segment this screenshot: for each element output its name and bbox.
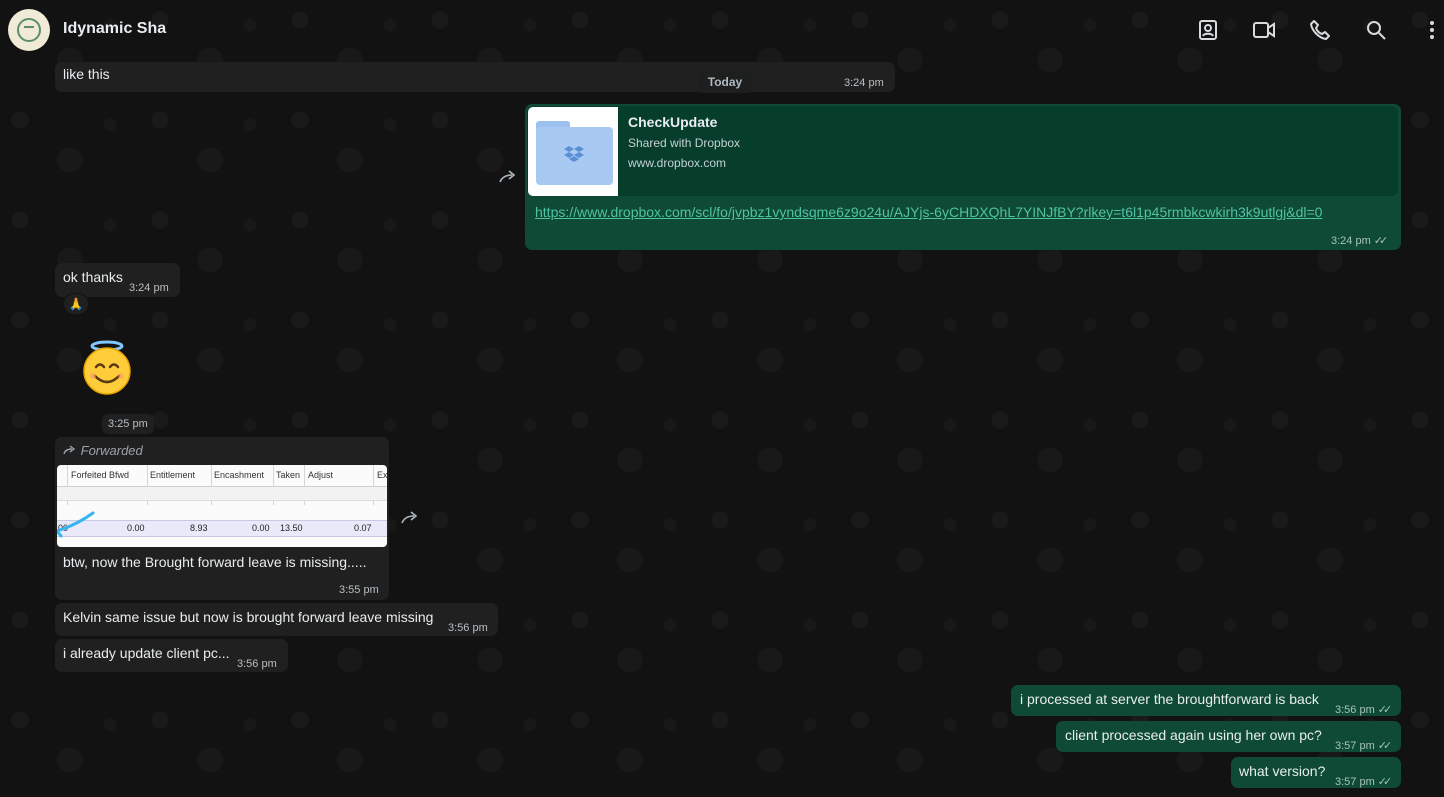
annotation-arrow-icon [57, 511, 95, 538]
message-time: 3:55 pm [339, 584, 379, 596]
forwarded-icon [63, 445, 76, 455]
message-text: Kelvin same issue but now is brought for… [63, 609, 434, 625]
table-column-header: Ex [377, 470, 387, 480]
message-text: i already update client pc... [63, 645, 230, 661]
table-cell: 0.00 [252, 523, 270, 533]
message-text: what version? [1239, 763, 1326, 779]
dropbox-icon [564, 146, 584, 162]
message-time: 3:24 pm ✓✓ [1331, 235, 1389, 247]
message-text: i processed at server the broughtforward… [1020, 691, 1319, 707]
forwarded-label: Forwarded [63, 443, 143, 458]
message-time: 3:24 pm [129, 282, 169, 294]
table-column-header: Encashment [214, 470, 265, 480]
smiling-halo-emoji-icon [77, 340, 137, 396]
table-cell: 0.07 [354, 523, 372, 533]
date-divider: Today [698, 71, 752, 93]
table-cell: 8.93 [190, 523, 208, 533]
table-cell: 13.50 [280, 523, 303, 533]
forward-icon [499, 170, 516, 183]
message-incoming[interactable]: Kelvin same issue but now is brought for… [55, 603, 498, 636]
more-menu-icon[interactable] [1420, 18, 1444, 42]
message-time: 3:56 pm [448, 622, 488, 634]
voice-call-icon[interactable] [1308, 18, 1332, 42]
message-reaction[interactable]: 🙏 [63, 293, 89, 315]
message-outgoing[interactable]: client processed again using her own pc?… [1056, 721, 1401, 752]
message-time: 3:24 pm [844, 77, 884, 89]
table-cell: 0.00 [127, 523, 145, 533]
message-time: 3:57 pm ✓✓ [1335, 737, 1393, 756]
link-title: CheckUpdate [628, 114, 718, 130]
message-time: 3:25 pm [102, 414, 154, 434]
link-subtitle: Shared with Dropbox [628, 136, 741, 150]
dropbox-folder-thumbnail [528, 107, 618, 196]
message-link[interactable]: https://www.dropbox.com/scl/fo/jvpbz1vyn… [535, 204, 1322, 220]
message-text: ok thanks [63, 269, 123, 285]
contact-name[interactable]: Idynamic Sha [63, 20, 166, 38]
search-icon[interactable] [1364, 18, 1388, 42]
avatar-logo-icon [17, 18, 41, 42]
table-column-header: Forfeited Bfwd [71, 470, 130, 480]
chat-header: Idynamic Sha [0, 0, 1444, 60]
link-domain: www.dropbox.com [628, 156, 727, 170]
table-column-header: Adjust [308, 470, 334, 480]
video-call-icon[interactable] [1252, 18, 1276, 42]
message-text: btw, now the Brought forward leave is mi… [63, 554, 367, 570]
message-incoming[interactable]: like this 3:24 pm [55, 62, 895, 92]
forward-icon [401, 511, 418, 524]
read-ticks-icon: ✓✓ [1373, 235, 1389, 247]
contact-card-icon[interactable] [1196, 18, 1220, 42]
message-outgoing[interactable]: what version? 3:57 pm ✓✓ [1231, 757, 1401, 788]
message-text: client processed again using her own pc? [1065, 727, 1322, 743]
message-incoming[interactable]: ok thanks 3:24 pm [55, 263, 180, 297]
forward-button[interactable] [495, 167, 521, 187]
message-time: 3:56 pm [237, 658, 277, 670]
read-ticks-icon: ✓✓ [1377, 740, 1393, 752]
shared-image[interactable]: Forfeited Bfwd Entitlement Encashment Ta… [57, 465, 387, 547]
read-ticks-icon: ✓✓ [1377, 776, 1393, 788]
table-column-header: Taken [276, 470, 301, 480]
message-text: like this [63, 66, 110, 82]
link-preview-card[interactable]: CheckUpdate Shared with Dropbox www.drop… [527, 106, 1398, 196]
forward-button[interactable] [397, 508, 423, 528]
message-time: 3:56 pm ✓✓ [1335, 701, 1393, 720]
table-column-header: Entitlement [150, 470, 196, 480]
avatar[interactable] [8, 9, 50, 51]
message-outgoing[interactable]: i processed at server the broughtforward… [1011, 685, 1401, 716]
read-ticks-icon: ✓✓ [1377, 704, 1393, 716]
message-incoming[interactable]: i already update client pc... 3:56 pm [55, 639, 288, 672]
message-time: 3:57 pm ✓✓ [1335, 773, 1393, 792]
